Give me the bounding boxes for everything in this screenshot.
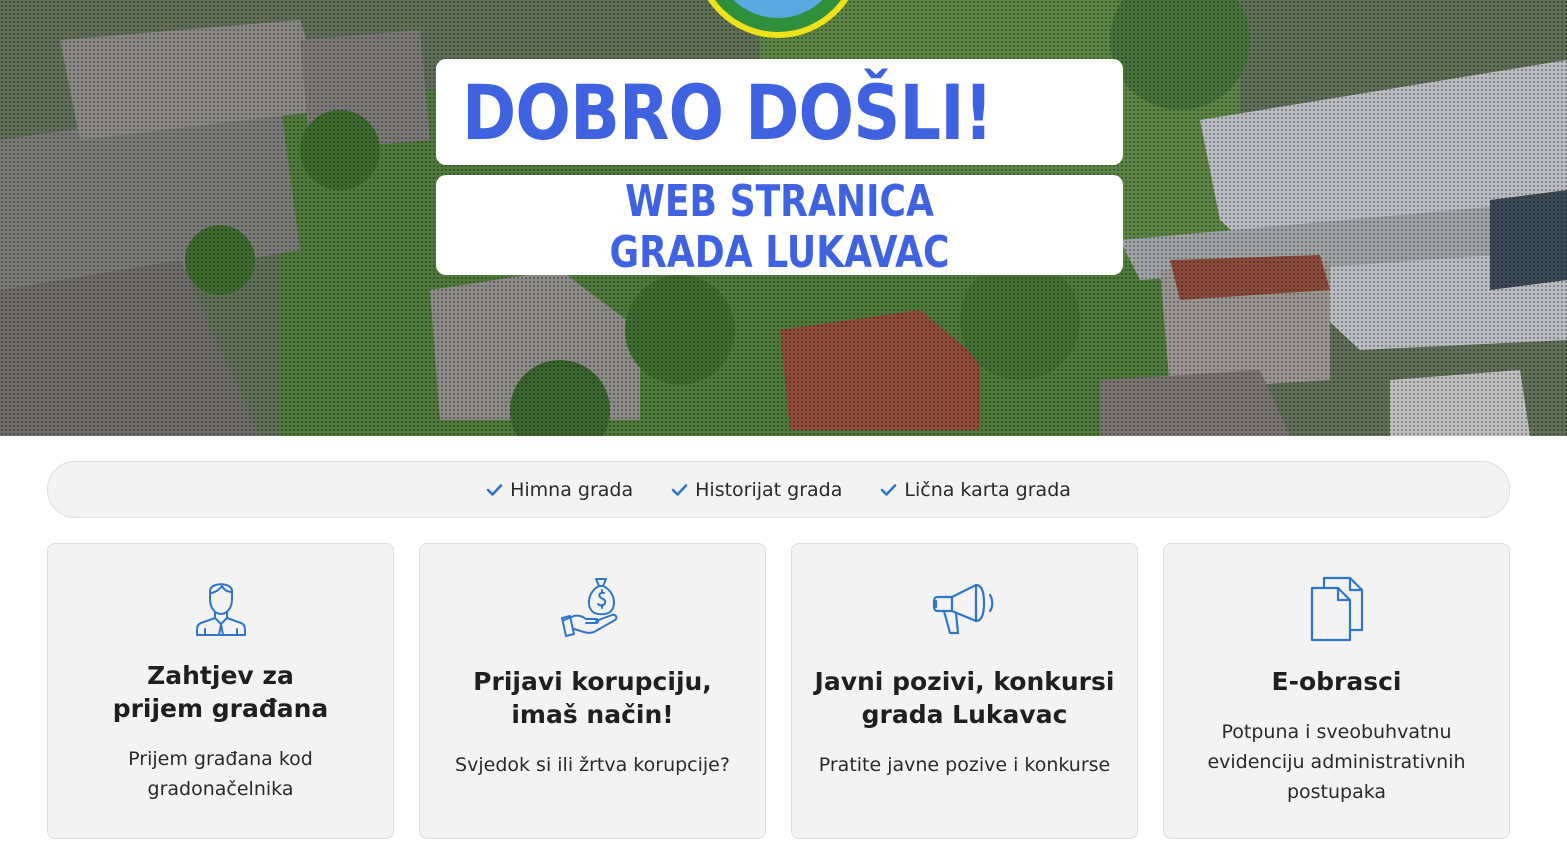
card-title-line: Zahtjev za xyxy=(147,661,294,690)
card-desc-line: Potpuna i sveobuhvatnu xyxy=(1221,721,1452,743)
quick-link-label: Himna grada xyxy=(510,478,634,501)
welcome-heading: DOBRO DOŠLI! xyxy=(462,68,993,157)
card-desc-line: postupaka xyxy=(1286,781,1387,803)
quick-link-historijat[interactable]: Historijat grada xyxy=(671,479,842,501)
quick-link-label: Historijat grada xyxy=(695,478,843,501)
card-desc-line: gradonačelnika xyxy=(147,778,294,800)
card-zahtjev-prijem[interactable]: Zahtjev za prijem građana Prijem građana… xyxy=(47,543,394,839)
welcome-box: DOBRO DOŠLI! xyxy=(436,59,1123,165)
card-e-obrasci[interactable]: E-obrasci Potpuna i sveobuhvatnu evidenc… xyxy=(1163,543,1510,839)
card-desc-line: Prijem građana kod xyxy=(128,748,313,770)
card-desc-line: Svjedok si ili žrtva korupcije? xyxy=(455,754,730,776)
documents-icon xyxy=(1310,576,1363,642)
check-icon xyxy=(671,483,688,496)
card-desc-line: evidenciju administrativnih xyxy=(1207,751,1466,773)
quick-link-label: Lična karta grada xyxy=(904,478,1071,501)
megaphone-icon xyxy=(932,583,993,635)
card-title-line: Prijavi korupciju, xyxy=(473,667,712,696)
quick-link-licna-karta[interactable]: Lična karta grada xyxy=(880,479,1071,501)
quick-link-himna[interactable]: Himna grada xyxy=(486,479,633,501)
money-bag-hand-icon xyxy=(560,578,617,637)
subtitle-line-2: GRADA LUKAVAC xyxy=(609,227,950,278)
card-title-line: Javni pozivi, konkursi xyxy=(814,667,1115,696)
check-icon xyxy=(486,483,503,496)
subtitle-line-1: WEB STRANICA xyxy=(625,176,934,227)
hero-banner: DOBRO DOŠLI! WEB STRANICA GRADA LUKAVAC xyxy=(0,0,1567,436)
card-prijavi-korupciju[interactable]: Prijavi korupciju, imaš način! Svjedok s… xyxy=(419,543,766,839)
card-title-line: prijem građana xyxy=(112,694,329,723)
check-icon xyxy=(881,483,897,496)
card-title-line: grada Lukavac xyxy=(861,700,1068,729)
card-title-line: E-obrasci xyxy=(1271,667,1402,696)
card-desc-line: Pratite javne pozive i konkurse xyxy=(818,754,1111,776)
person-icon xyxy=(195,583,246,636)
card-title-line: imaš način! xyxy=(511,700,674,729)
quick-links-bar: Himna grada Historijat grada Lična karta… xyxy=(47,461,1510,518)
subtitle-box: WEB STRANICA GRADA LUKAVAC xyxy=(436,175,1123,278)
card-javni-pozivi[interactable]: Javni pozivi, konkursi grada Lukavac Pra… xyxy=(791,543,1138,839)
